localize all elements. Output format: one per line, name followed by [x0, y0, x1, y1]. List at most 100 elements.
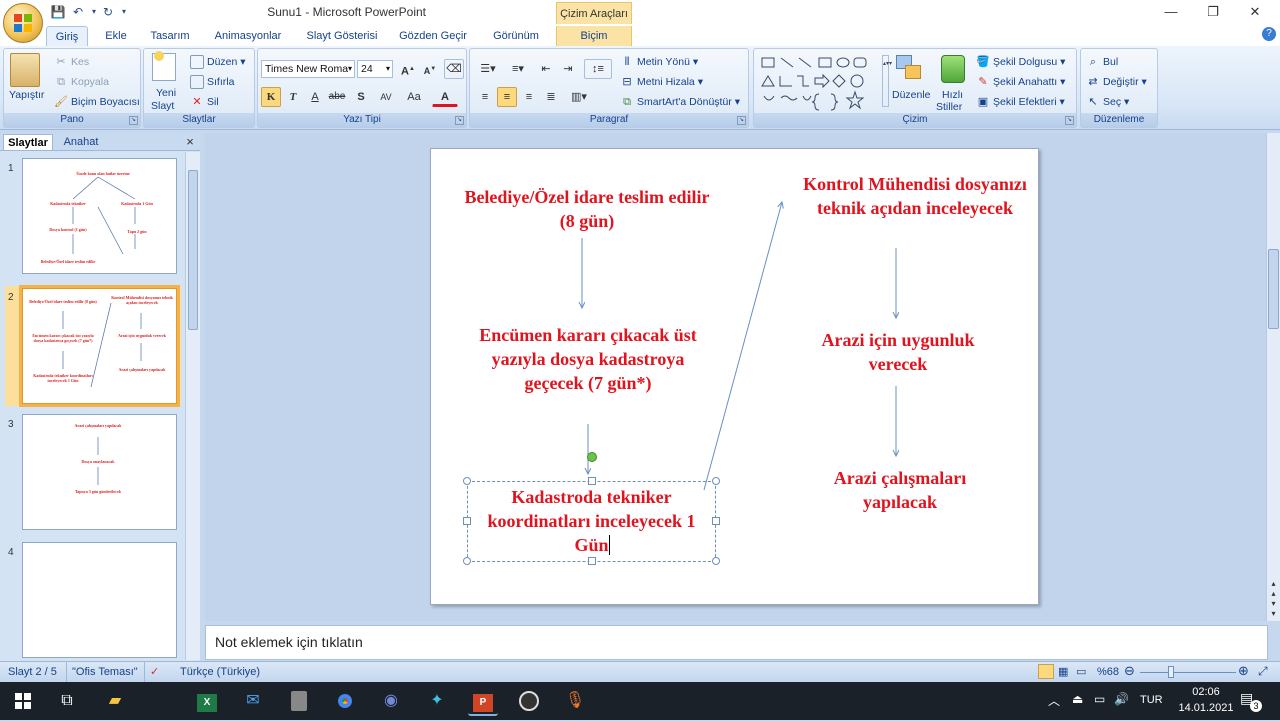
- grow-font-icon[interactable]: A▲: [398, 59, 418, 79]
- delete-slide-button[interactable]: ✕ Sil: [190, 95, 218, 109]
- zoom-in-icon[interactable]: ⊕: [1238, 663, 1249, 679]
- layout-button[interactable]: Düzen ▾: [190, 55, 246, 69]
- volume-icon[interactable]: 🔊: [1114, 692, 1129, 706]
- find-button[interactable]: ⌕ Bul: [1086, 55, 1118, 69]
- obs-icon[interactable]: [514, 686, 544, 716]
- zoom-slider-thumb[interactable]: [1168, 666, 1174, 678]
- slide-sorter-icon[interactable]: ▦: [1058, 665, 1068, 678]
- resize-handle[interactable]: [463, 517, 471, 525]
- numbering-icon[interactable]: ≡▾: [505, 59, 531, 79]
- quick-styles-label-2[interactable]: Stiller: [936, 101, 962, 113]
- resize-handle[interactable]: [463, 557, 471, 565]
- slides-pane-scroll-thumb[interactable]: [188, 170, 198, 330]
- pano-launcher-icon[interactable]: ↘: [129, 116, 138, 125]
- new-slide-label[interactable]: Yeni: [156, 87, 176, 99]
- file-explorer-icon[interactable]: ▰: [100, 686, 130, 716]
- tab-gozden-gecir[interactable]: Gözden Geçir: [396, 26, 470, 46]
- slide-text-arazi-uygunluk[interactable]: Arazi için uygunluk verecek: [800, 328, 996, 376]
- close-button[interactable]: ✕: [1240, 3, 1270, 21]
- shadow-button[interactable]: S: [351, 87, 371, 107]
- italic-button[interactable]: T: [283, 87, 303, 107]
- theme-name[interactable]: "Ofis Teması": [72, 666, 138, 678]
- resize-handle[interactable]: [588, 557, 596, 565]
- new-slide-label-2[interactable]: Slayt: [151, 100, 174, 112]
- bold-button[interactable]: K: [261, 87, 281, 107]
- spellcheck-icon[interactable]: ✓: [150, 665, 159, 678]
- slide-text-encumen[interactable]: Encümen kararı çıkacak üst yazıyla dosya…: [470, 323, 706, 395]
- slides-pane-scrollbar[interactable]: [185, 152, 200, 660]
- bullets-icon[interactable]: ☰▾: [475, 59, 501, 79]
- tab-ekle[interactable]: Ekle: [96, 26, 136, 46]
- powerpoint-icon[interactable]: P: [468, 686, 498, 716]
- language-indicator[interactable]: Türkçe (Türkiye): [180, 666, 260, 678]
- slide-text-kontrol[interactable]: Kontrol Mühendisi dosyanızı teknik açıda…: [795, 172, 1035, 220]
- tab-gorunum[interactable]: Görünüm: [486, 26, 546, 46]
- slide-text-kadastro[interactable]: Kadastroda tekniker koordinatları incele…: [469, 485, 714, 557]
- paste-icon[interactable]: [10, 53, 40, 87]
- replace-button[interactable]: ⇄ Değiştir ▾: [1086, 75, 1146, 89]
- zoom-level[interactable]: %68: [1097, 666, 1119, 678]
- recorder-icon[interactable]: 🎙: [560, 686, 590, 716]
- slideshow-icon[interactable]: ▭: [1076, 665, 1086, 678]
- strikethrough-button[interactable]: abe: [327, 87, 347, 107]
- edit-area-scrollbar[interactable]: ▴ ▴ ▾ ▾: [1266, 133, 1280, 621]
- tab-animasyonlar[interactable]: Animasyonlar: [210, 26, 286, 46]
- chrome-icon[interactable]: [330, 686, 360, 716]
- help-icon[interactable]: ?: [1262, 27, 1276, 41]
- shape-fill-button[interactable]: 🪣 Şekil Dolgusu ▾: [976, 55, 1065, 69]
- tab-slayt-gosterisi[interactable]: Slayt Gösterisi: [302, 26, 382, 46]
- align-text-button[interactable]: ⊟ Metni Hizala ▾: [620, 75, 703, 89]
- slide-thumbnail-1[interactable]: Ümde konu olan hatlar üzerine Kadastroda…: [22, 158, 177, 274]
- slide-thumbnail-4[interactable]: [22, 542, 177, 658]
- change-case-button[interactable]: Aa: [401, 87, 427, 107]
- tab-outline[interactable]: Anahat: [56, 134, 106, 150]
- align-left-icon[interactable]: ≡: [475, 87, 495, 107]
- font-launcher-icon[interactable]: ↘: [455, 116, 464, 125]
- excel-icon[interactable]: X: [192, 686, 222, 716]
- slide-text-arazi-calisma[interactable]: Arazi çalışmaları yapılacak: [810, 466, 990, 514]
- char-spacing-button[interactable]: AV: [373, 87, 399, 107]
- app-icon[interactable]: ✦: [422, 686, 452, 716]
- justify-icon[interactable]: ≣: [541, 87, 561, 107]
- tab-giris[interactable]: Giriş: [46, 26, 88, 46]
- restore-button[interactable]: ❐: [1198, 3, 1228, 21]
- tab-slides[interactable]: Slaytlar: [3, 134, 53, 150]
- align-center-icon[interactable]: ≡: [497, 87, 517, 107]
- usb-icon[interactable]: ⏏: [1072, 692, 1083, 706]
- notes-pane[interactable]: Not eklemek için tıklatın: [205, 625, 1268, 660]
- paste-button[interactable]: Yapıştır: [9, 89, 44, 101]
- rotation-handle-icon[interactable]: [587, 452, 597, 462]
- decrease-indent-icon[interactable]: ⇤: [536, 59, 556, 79]
- fit-to-window-icon[interactable]: ⤢: [1258, 664, 1268, 679]
- shrink-font-icon[interactable]: A▼: [420, 59, 440, 79]
- network-icon[interactable]: ▭: [1094, 692, 1105, 706]
- normal-view-icon[interactable]: [1038, 664, 1054, 679]
- resize-handle[interactable]: [712, 517, 720, 525]
- zoom-slider[interactable]: [1140, 672, 1236, 673]
- discord-icon[interactable]: ◉: [376, 686, 406, 716]
- prev-next-slide-icon[interactable]: ▴ ▴ ▾ ▾: [1267, 579, 1280, 619]
- input-language[interactable]: TUR: [1140, 694, 1163, 706]
- underline-button[interactable]: A: [305, 87, 325, 107]
- tab-bicim[interactable]: Biçim: [556, 26, 632, 46]
- smartart-button[interactable]: ⧉ SmartArt'a Dönüştür ▾: [620, 95, 740, 109]
- slide-thumbnail-2[interactable]: Belediye/Özel idare teslim edilir (8 gün…: [19, 285, 180, 407]
- drawing-launcher-icon[interactable]: ↘: [1065, 116, 1074, 125]
- task-view-icon[interactable]: ⧉: [52, 686, 82, 716]
- columns-icon[interactable]: ▥▾: [566, 87, 592, 107]
- calculator-icon[interactable]: [284, 686, 314, 716]
- copy-button[interactable]: ⧉ Kopyala: [54, 75, 109, 89]
- resize-handle[interactable]: [712, 477, 720, 485]
- shape-outline-button[interactable]: ✎ Şekil Anahattı ▾: [976, 75, 1065, 89]
- shapes-scroll-icon[interactable]: ▴▾▾: [882, 55, 892, 107]
- cut-button[interactable]: ✂ Kes: [54, 55, 89, 69]
- quick-styles-icon[interactable]: [941, 55, 965, 83]
- resize-handle[interactable]: [712, 557, 720, 565]
- resize-handle[interactable]: [588, 477, 596, 485]
- zoom-out-icon[interactable]: ⊖: [1124, 663, 1135, 679]
- align-right-icon[interactable]: ≡: [519, 87, 539, 107]
- clock-time[interactable]: 02:06: [1176, 686, 1236, 698]
- shape-effects-button[interactable]: ▣ Şekil Efektleri ▾: [976, 95, 1065, 109]
- font-color-button[interactable]: A: [432, 87, 458, 107]
- reset-button[interactable]: Sıfırla: [190, 75, 234, 89]
